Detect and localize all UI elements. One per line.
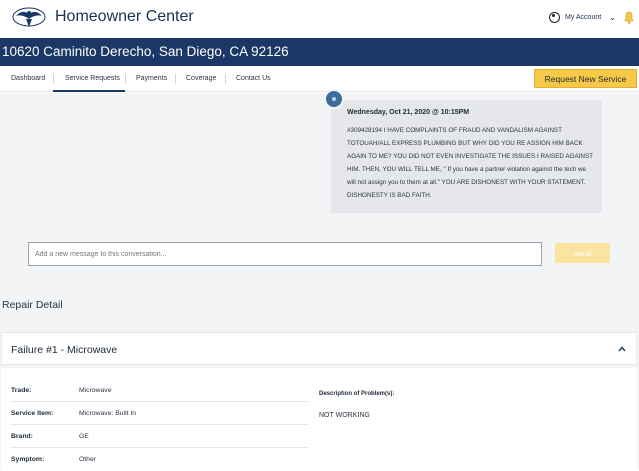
detail-row-trade: Trade: Microwave [10, 379, 308, 402]
failure-title: Failure #1 - Microwave [11, 344, 118, 356]
field-value: GE [79, 433, 89, 440]
field-label: Brand: [11, 433, 33, 440]
message-input-wrapper [28, 242, 542, 266]
field-value: Other [79, 456, 96, 463]
account-menu[interactable]: My Account ⌄ [549, 12, 616, 23]
tab-coverage[interactable]: Coverage [186, 75, 216, 82]
repair-detail-title: Repair Detail [2, 299, 63, 311]
detail-row-brand: Brand: GE [10, 425, 308, 448]
tab-payments[interactable]: Payments [136, 75, 167, 82]
send-button[interactable]: Send [555, 243, 610, 263]
app-title[interactable]: Homeowner Center [55, 8, 194, 26]
chevron-up-icon[interactable] [618, 345, 626, 353]
message-input[interactable] [29, 243, 541, 266]
active-tab-indicator [53, 90, 125, 92]
eagle-logo-icon[interactable] [12, 5, 46, 31]
nav-divider [53, 74, 54, 84]
tab-dashboard[interactable]: Dashboard [11, 75, 45, 82]
message-avatar-icon [324, 89, 344, 109]
nav-divider [225, 74, 226, 84]
message-text: #309428194 I HAVE COMPLAINTS OF FRAUD AN… [347, 127, 593, 199]
tab-service-requests[interactable]: Service Requests [65, 75, 120, 82]
user-icon [549, 12, 560, 23]
nav-divider [175, 74, 176, 84]
detail-row-symptom: Symptom: Other [10, 448, 308, 471]
top-header: Homeowner Center My Account ⌄ [0, 0, 639, 38]
tab-contact-us[interactable]: Contact Us [236, 75, 271, 82]
chevron-down-icon: ⌄ [609, 13, 616, 22]
field-value: Microwave [79, 387, 112, 394]
field-value: Microwave: Built In [79, 410, 137, 417]
nav-divider [125, 74, 126, 84]
field-label: Symptom: [11, 456, 45, 463]
failure-accordion-header[interactable]: Failure #1 - Microwave [1, 332, 637, 365]
message-date: Wednesday, Oct 21, 2020 @ 10:15PM [347, 109, 470, 116]
bell-icon[interactable] [624, 11, 634, 24]
property-address: 10620 Caminito Derecho, San Diego, CA 92… [2, 44, 289, 59]
description-label: Description of Problem(s): [319, 391, 395, 397]
field-label: Trade: [11, 387, 32, 394]
field-label: Service Item: [11, 410, 54, 417]
address-bar: 10620 Caminito Derecho, San Diego, CA 92… [0, 38, 639, 66]
description-value: NOT WORKING [319, 412, 370, 419]
detail-row-service-item: Service Item: Microwave: Built In [10, 402, 308, 425]
account-label: My Account [565, 14, 602, 21]
request-new-service-button[interactable]: Request New Service [534, 69, 637, 88]
